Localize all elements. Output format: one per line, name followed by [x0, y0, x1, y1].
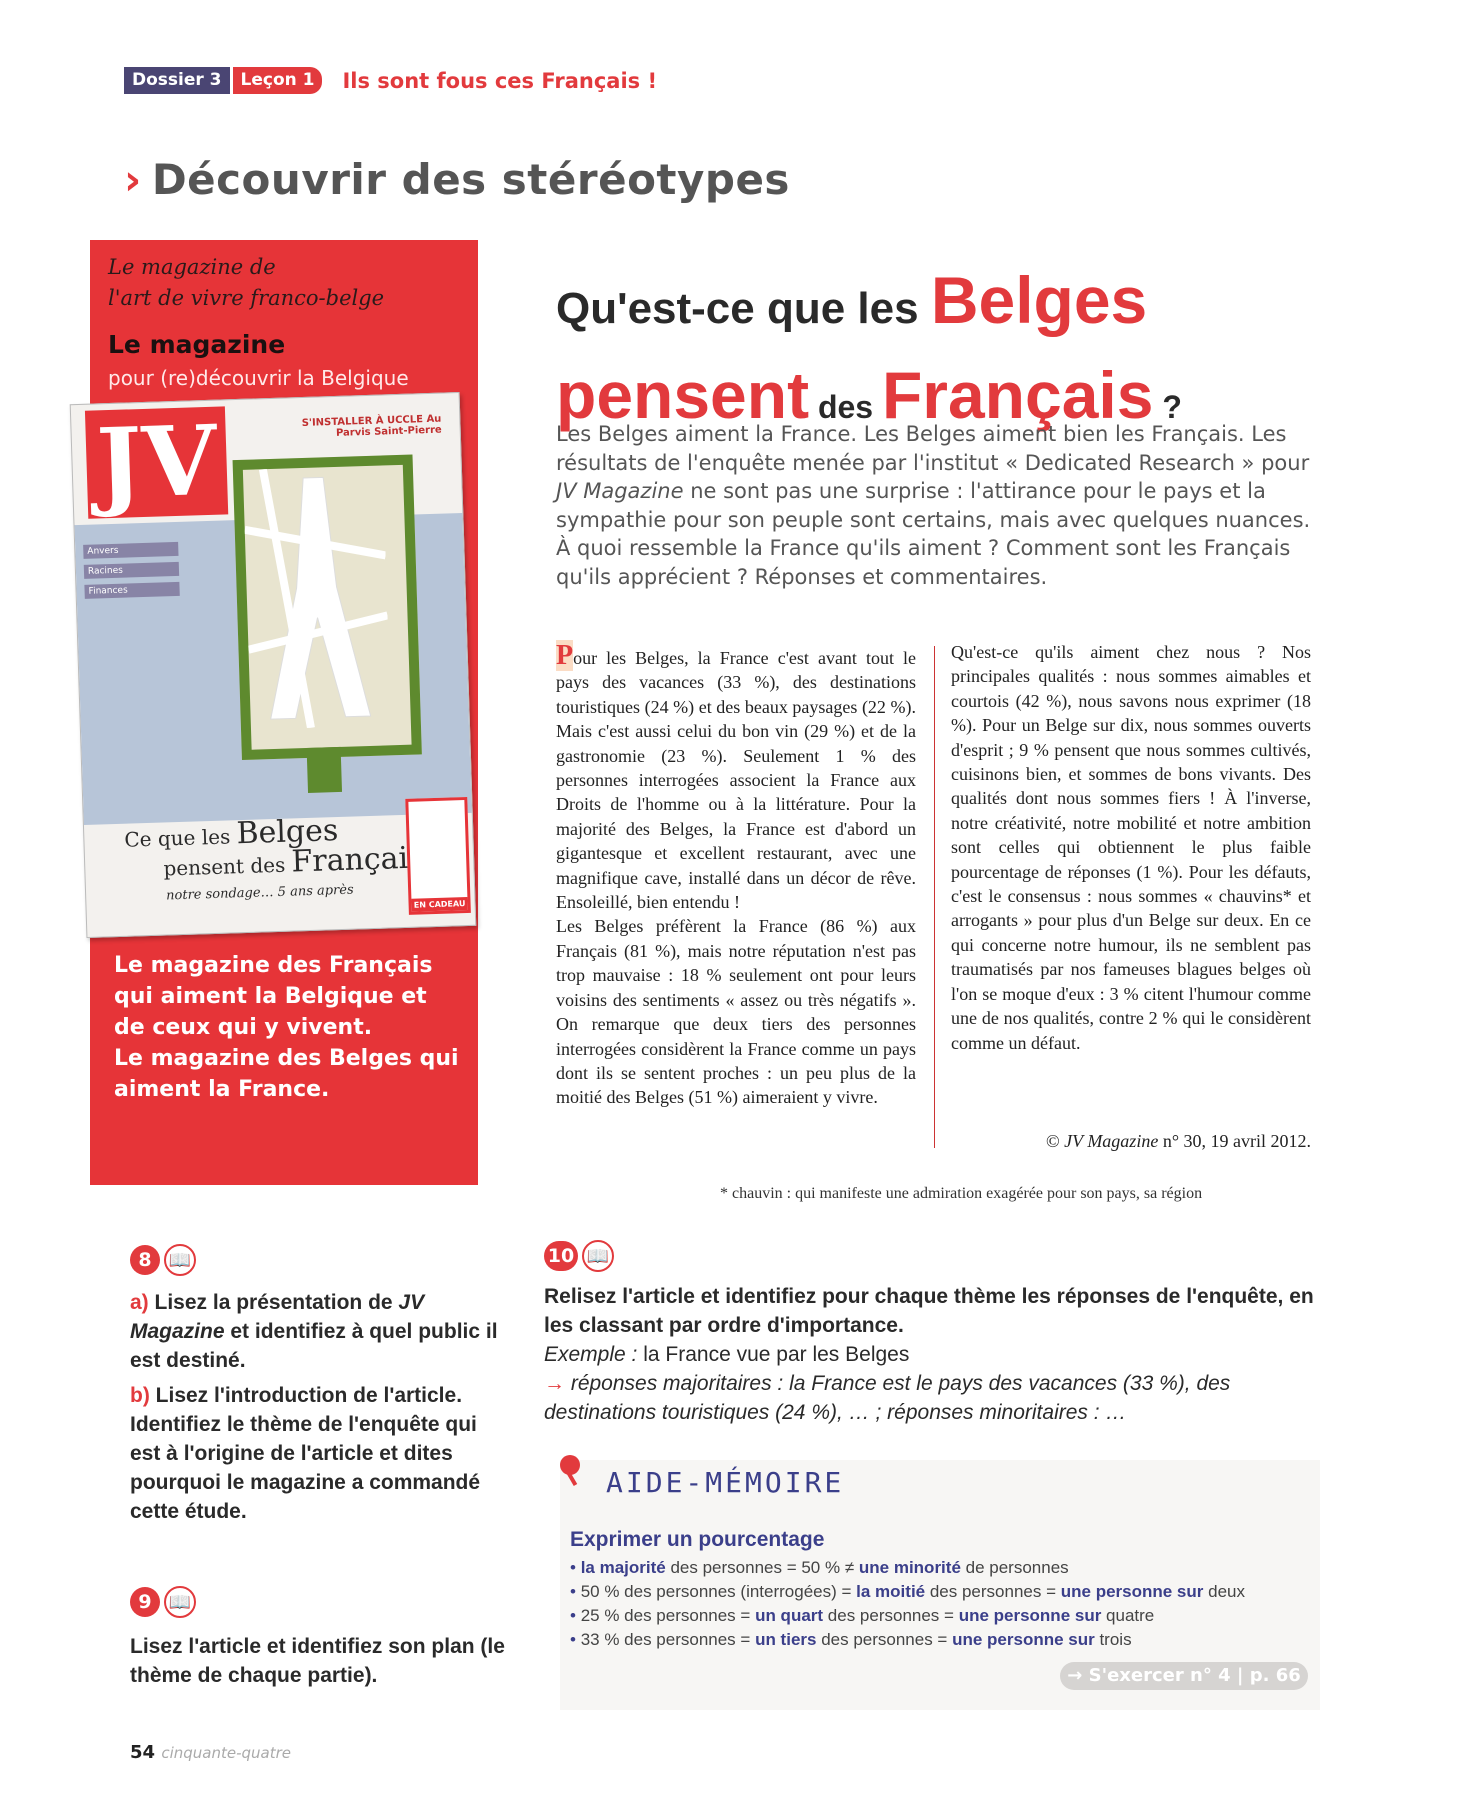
article-credit: © JV Magazine n° 30, 19 avril 2012.: [951, 1131, 1311, 1152]
page-number-digits: 54: [130, 1742, 156, 1763]
lesson-title: Ils sont fous ces Français !: [342, 68, 658, 93]
exercise-8: a) Lisez la présentation de JV Magazine …: [130, 1288, 510, 1526]
footnote: * chauvin : qui manifeste une admiration…: [720, 1185, 1203, 1202]
cover-badge-text: EN CADEAU: [411, 897, 468, 912]
exercise-10: Relisez l'article et identifiez pour cha…: [544, 1282, 1314, 1427]
ad-tagline-2: l'art de vivre franco-belge: [108, 286, 385, 310]
eiffel-tower-icon: [244, 468, 389, 729]
credit-text: n° 30, 19 avril 2012.: [1158, 1131, 1311, 1151]
article-column-1: Pour les Belges, la France c'est avant t…: [556, 640, 916, 1110]
cover-side-item: Finances: [84, 581, 180, 599]
cover-side-list: Anvers Racines Finances: [83, 541, 180, 605]
exercise-10-answer: → réponses majoritaires : la France est …: [544, 1369, 1314, 1427]
list-item: • la majorité des personnes = 50 % ≠ une…: [570, 1558, 1069, 1577]
cover-title: Ce que les Belges pensent des Français n…: [124, 813, 425, 911]
column-divider: [934, 646, 935, 1148]
cover-logo: JV: [84, 404, 229, 520]
section-title: › Découvrir des stéréotypes: [124, 155, 790, 204]
cover-title-3: pensent des: [163, 852, 286, 881]
answer-text: réponses majoritaires : la France est le…: [544, 1372, 1231, 1424]
list-item: • 33 % des personnes = un tiers des pers…: [570, 1630, 1132, 1649]
ad-footer-1: Le magazine des Français qui aiment la B…: [114, 953, 433, 1040]
intro-magazine-name: JV Magazine: [556, 479, 684, 503]
article-intro: Les Belges aiment la France. Les Belges …: [556, 420, 1316, 591]
cover-side-item: Racines: [83, 561, 180, 579]
column-paragraph: Les Belges préfèrent la France (86 %) au…: [556, 916, 916, 1108]
exercise-link-button[interactable]: → S'exercer n° 4 | p. 66: [1060, 1662, 1308, 1690]
exercise-number: 10: [544, 1241, 578, 1271]
exercise-10-instruction: Relisez l'article et identifiez pour cha…: [544, 1285, 1314, 1337]
exercise-9: Lisez l'article et identifiez son plan (…: [130, 1635, 505, 1687]
example-label: Exemple :: [544, 1343, 638, 1366]
aide-memoire-list: • la majorité des personnes = 50 % ≠ une…: [570, 1556, 1245, 1652]
exercise-8-header: 8 📖: [130, 1244, 196, 1276]
cover-title-1: Ce que les: [124, 824, 231, 852]
arrow-right-icon: →: [544, 1372, 565, 1395]
article-column-2: Qu'est-ce qu'ils aiment chez nous ? Nos …: [951, 640, 1311, 1055]
ad-footer: Le magazine des Français qui aiment la B…: [114, 950, 464, 1105]
example-text: la France vue par les Belges: [637, 1343, 910, 1366]
ad-subtitle: pour (re)découvrir la Belgique: [108, 366, 409, 390]
lecon-tag: Leçon 1: [232, 67, 323, 94]
exercise-8-a: a) Lisez la présentation de JV Magazine …: [130, 1288, 510, 1375]
item-letter: b): [130, 1384, 150, 1407]
page-number: 54 cinquante-quatre: [130, 1742, 291, 1763]
magazine-cover: JV S'INSTALLER À UCCLE Au Parvis Saint-P…: [69, 392, 477, 938]
list-item: • 25 % des personnes = un quart des pers…: [570, 1606, 1155, 1625]
item-text: Lisez l'introduction de l'article. Ident…: [130, 1384, 481, 1523]
exercise-number: 9: [130, 1587, 160, 1617]
credit-text: ©: [1045, 1131, 1065, 1151]
exercise-number: 8: [130, 1245, 160, 1275]
exercise-10-example: Exemple : la France vue par les Belges: [544, 1340, 1314, 1369]
aide-memoire-subtitle: Exprimer un pourcentage: [570, 1528, 825, 1551]
cover-side-item: Anvers: [83, 541, 179, 559]
cover-gift-badge: EN CADEAU: [405, 796, 471, 915]
cover-title-4: Français: [290, 840, 425, 880]
column-paragraph: Qu'est-ce qu'ils aiment chez nous ? Nos …: [951, 642, 1311, 1053]
cover-headline: S'INSTALLER À UCCLE Au Parvis Saint-Pier…: [301, 413, 442, 439]
ad-magazine-label: Le magazine: [108, 330, 286, 359]
intro-text: Les Belges aiment la France. Les Belges …: [556, 422, 1310, 475]
chevron-right-icon: ›: [124, 155, 142, 204]
cover-billboard-pole: [306, 746, 343, 793]
list-item: • 50 % des personnes (interrogées) = la …: [570, 1582, 1245, 1601]
book-icon: 📖: [164, 1244, 196, 1276]
book-icon: 📖: [164, 1586, 196, 1618]
drop-cap: P: [556, 640, 574, 671]
ad-tagline-1: Le magazine de: [108, 255, 276, 279]
cover-billboard: [232, 454, 422, 761]
item-text: Lisez la présentation de: [148, 1291, 399, 1314]
column-paragraph: our les Belges, la France c'est avant to…: [556, 648, 916, 913]
credit-magazine: JV Magazine: [1064, 1131, 1159, 1151]
exercise-9-header: 9 📖: [130, 1586, 196, 1618]
aide-memoire-title: AIDE-MÉMOIRE: [606, 1466, 845, 1499]
dossier-tag: Dossier 3: [124, 67, 230, 94]
section-title-text: Découvrir des stéréotypes: [151, 155, 790, 204]
headline-part: Qu'est-ce que les: [556, 284, 931, 333]
ad-tagline: Le magazine de l'art de vivre franco-bel…: [108, 252, 384, 314]
page-number-word: cinquante-quatre: [161, 1744, 292, 1762]
item-letter: a): [130, 1291, 149, 1314]
ad-footer-2: Le magazine des Belges qui aiment la Fra…: [114, 1046, 459, 1102]
exercise-10-header: 10 📖: [544, 1240, 614, 1272]
lesson-header: Dossier 3 Leçon 1 Ils sont fous ces Fran…: [124, 67, 657, 94]
book-icon: 📖: [582, 1240, 614, 1272]
headline-part: Belges: [930, 263, 1148, 337]
exercise-8-b: b) Lisez l'introduction de l'article. Id…: [130, 1381, 510, 1526]
cover-title-5: notre sondage… 5 ans après: [165, 882, 354, 904]
